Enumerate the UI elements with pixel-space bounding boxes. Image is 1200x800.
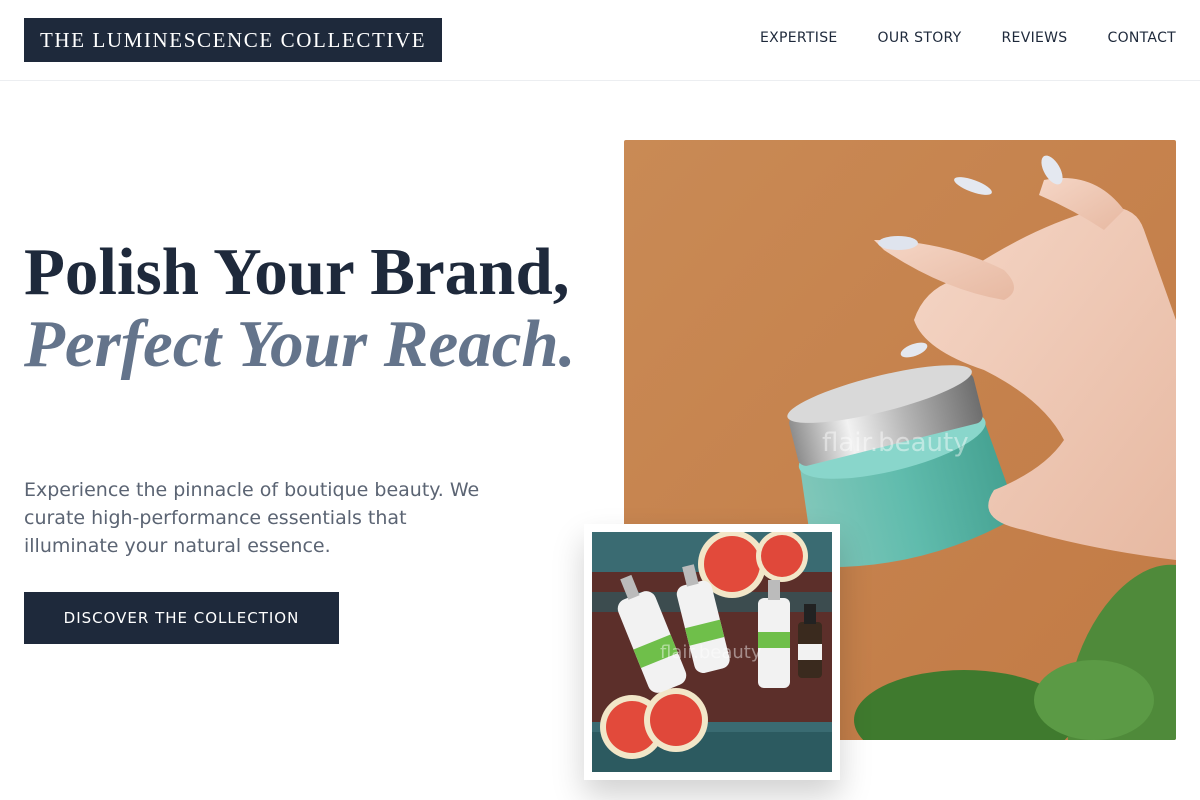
nav-link-reviews[interactable]: REVIEWS [1002, 30, 1068, 46]
nav-link-contact[interactable]: CONTACT [1108, 30, 1177, 46]
site-header: THE LUMINESCENCE COLLECTIVE EXPERTISE OU… [0, 0, 1200, 81]
inset-watermark: flair.beauty [660, 642, 762, 663]
hero-title-line2: Perfect Your Reach. [24, 307, 576, 381]
nav-link-expertise[interactable]: EXPERTISE [760, 30, 838, 46]
nav-link-our-story[interactable]: OUR STORY [878, 30, 962, 46]
brand-logo[interactable]: THE LUMINESCENCE COLLECTIVE [24, 18, 443, 62]
inset-product-image: flair.beauty [584, 524, 840, 780]
hero-title-line1: Polish Your Brand, [24, 235, 570, 309]
main-nav: EXPERTISE OUR STORY REVIEWS CONTACT [760, 30, 1176, 46]
image-watermark: flair.beauty [822, 428, 969, 458]
hero-subtitle: Experience the pinnacle of boutique beau… [24, 479, 480, 557]
discover-collection-button[interactable]: DISCOVER THE COLLECTION [24, 592, 339, 644]
hero-title: Polish Your Brand, Perfect Your Reach. [24, 236, 604, 380]
